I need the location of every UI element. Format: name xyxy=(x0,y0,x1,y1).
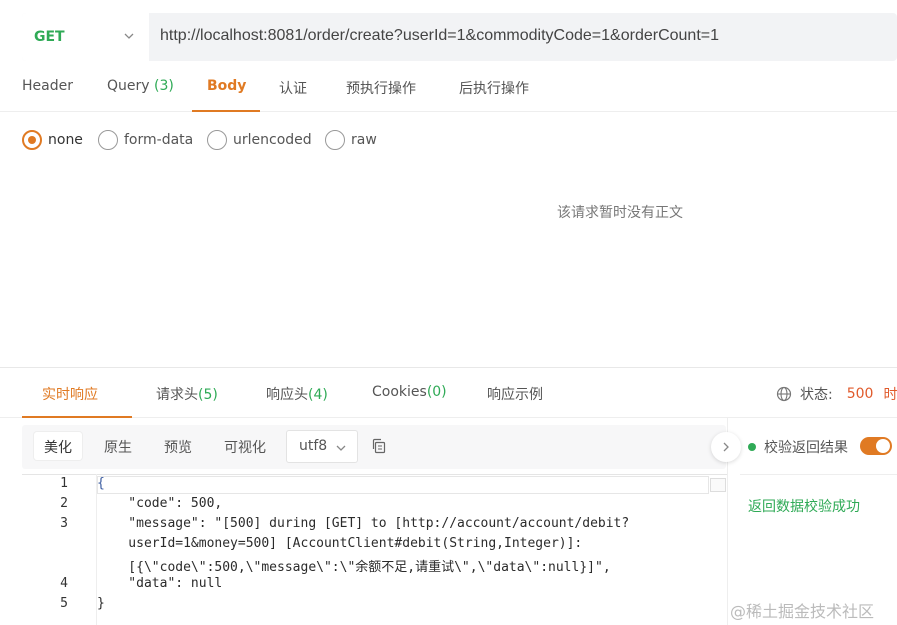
radio-none[interactable]: none xyxy=(22,130,83,150)
chevron-down-icon xyxy=(124,33,134,39)
code-line: "data": null xyxy=(97,576,223,591)
radio-form-data[interactable]: form-data xyxy=(98,130,193,150)
tab-pre-request[interactable]: 预执行操作 xyxy=(346,78,416,98)
line-number: 3 xyxy=(60,516,68,531)
code-line: "code": 500, xyxy=(97,496,223,511)
status-time-label: 时 xyxy=(883,387,897,403)
encoding-value: utf8 xyxy=(299,438,328,454)
status-display: 状态: 500 时 xyxy=(776,384,897,404)
line-number: 2 xyxy=(60,496,68,511)
collapse-panel-button[interactable] xyxy=(711,432,741,462)
validation-label: 校验返回结果 xyxy=(764,440,848,456)
radio-circle xyxy=(207,130,227,150)
tab-auth[interactable]: 认证 xyxy=(279,78,307,98)
tab-request-headers[interactable]: 请求头(5) xyxy=(156,384,218,404)
empty-body-message: 该请求暂时没有正文 xyxy=(557,205,683,221)
validation-toggle[interactable] xyxy=(860,437,892,455)
status-label: 状态: xyxy=(800,387,833,403)
tab-body[interactable]: Body xyxy=(207,78,246,94)
tab-post-request[interactable]: 后执行操作 xyxy=(459,78,529,98)
url-input[interactable]: http://localhost:8081/order/create?userI… xyxy=(160,27,719,45)
radio-circle xyxy=(98,130,118,150)
status-code: 500 xyxy=(846,386,874,402)
tab-header[interactable]: Header xyxy=(22,78,73,94)
code-line: { xyxy=(97,476,105,491)
copy-icon[interactable] xyxy=(371,438,387,454)
tab-live-response[interactable]: 实时响应 xyxy=(42,384,98,404)
chevron-right-icon xyxy=(723,442,729,452)
url-bar: GET http://localhost:8081/order/create?u… xyxy=(22,13,897,61)
validation-header: 校验返回结果 xyxy=(748,437,848,457)
method-label: GET xyxy=(34,29,65,45)
format-visualize-button[interactable]: 可视化 xyxy=(214,432,276,460)
tab-query[interactable]: Query (3) xyxy=(107,78,174,94)
current-line-highlight xyxy=(97,476,709,494)
tab-response-examples[interactable]: 响应示例 xyxy=(487,384,543,404)
chevron-down-icon xyxy=(336,445,346,451)
scrollbar-thumb[interactable] xyxy=(710,478,726,492)
request-tabs: Header Query (3) Body 认证 预执行操作 后执行操作 xyxy=(0,64,897,112)
radio-urlencoded[interactable]: urlencoded xyxy=(207,130,312,150)
validation-divider xyxy=(740,474,897,475)
line-number: 1 xyxy=(60,476,68,491)
code-line: "message": "[500] during [GET] to [http:… xyxy=(97,516,630,531)
radio-raw[interactable]: raw xyxy=(325,130,377,150)
line-number: 5 xyxy=(60,596,68,611)
format-preview-button[interactable]: 预览 xyxy=(154,432,202,460)
format-raw-button[interactable]: 原生 xyxy=(94,432,142,460)
active-tab-indicator xyxy=(22,416,132,418)
line-number: 4 xyxy=(60,576,68,591)
tab-cookies[interactable]: Cookies(0) xyxy=(372,384,447,400)
radio-circle xyxy=(22,130,42,150)
code-line-wrapped: userId=1&money=500] [AccountClient#debit… xyxy=(97,536,583,551)
tab-response-headers[interactable]: 响应头(4) xyxy=(266,384,328,404)
code-line-wrapped: [{\"code\":500,\"message\":\"余额不足,请重试\",… xyxy=(97,560,611,575)
code-line: } xyxy=(97,596,105,611)
status-dot-icon xyxy=(748,443,756,451)
format-pretty-button[interactable]: 美化 xyxy=(34,432,82,460)
method-select[interactable]: GET xyxy=(22,13,149,61)
encoding-select[interactable]: utf8 xyxy=(286,430,358,463)
globe-icon xyxy=(776,386,792,402)
validation-result: 返回数据校验成功 xyxy=(748,499,860,515)
radio-circle xyxy=(325,130,345,150)
response-tabs: 实时响应 请求头(5) 响应头(4) Cookies(0) 响应示例 状态: 5… xyxy=(0,368,897,418)
active-tab-indicator xyxy=(192,110,260,112)
response-toolbar: 美化 原生 预览 可视化 utf8 xyxy=(22,425,726,469)
watermark: @稀土掘金技术社区 xyxy=(730,602,875,621)
